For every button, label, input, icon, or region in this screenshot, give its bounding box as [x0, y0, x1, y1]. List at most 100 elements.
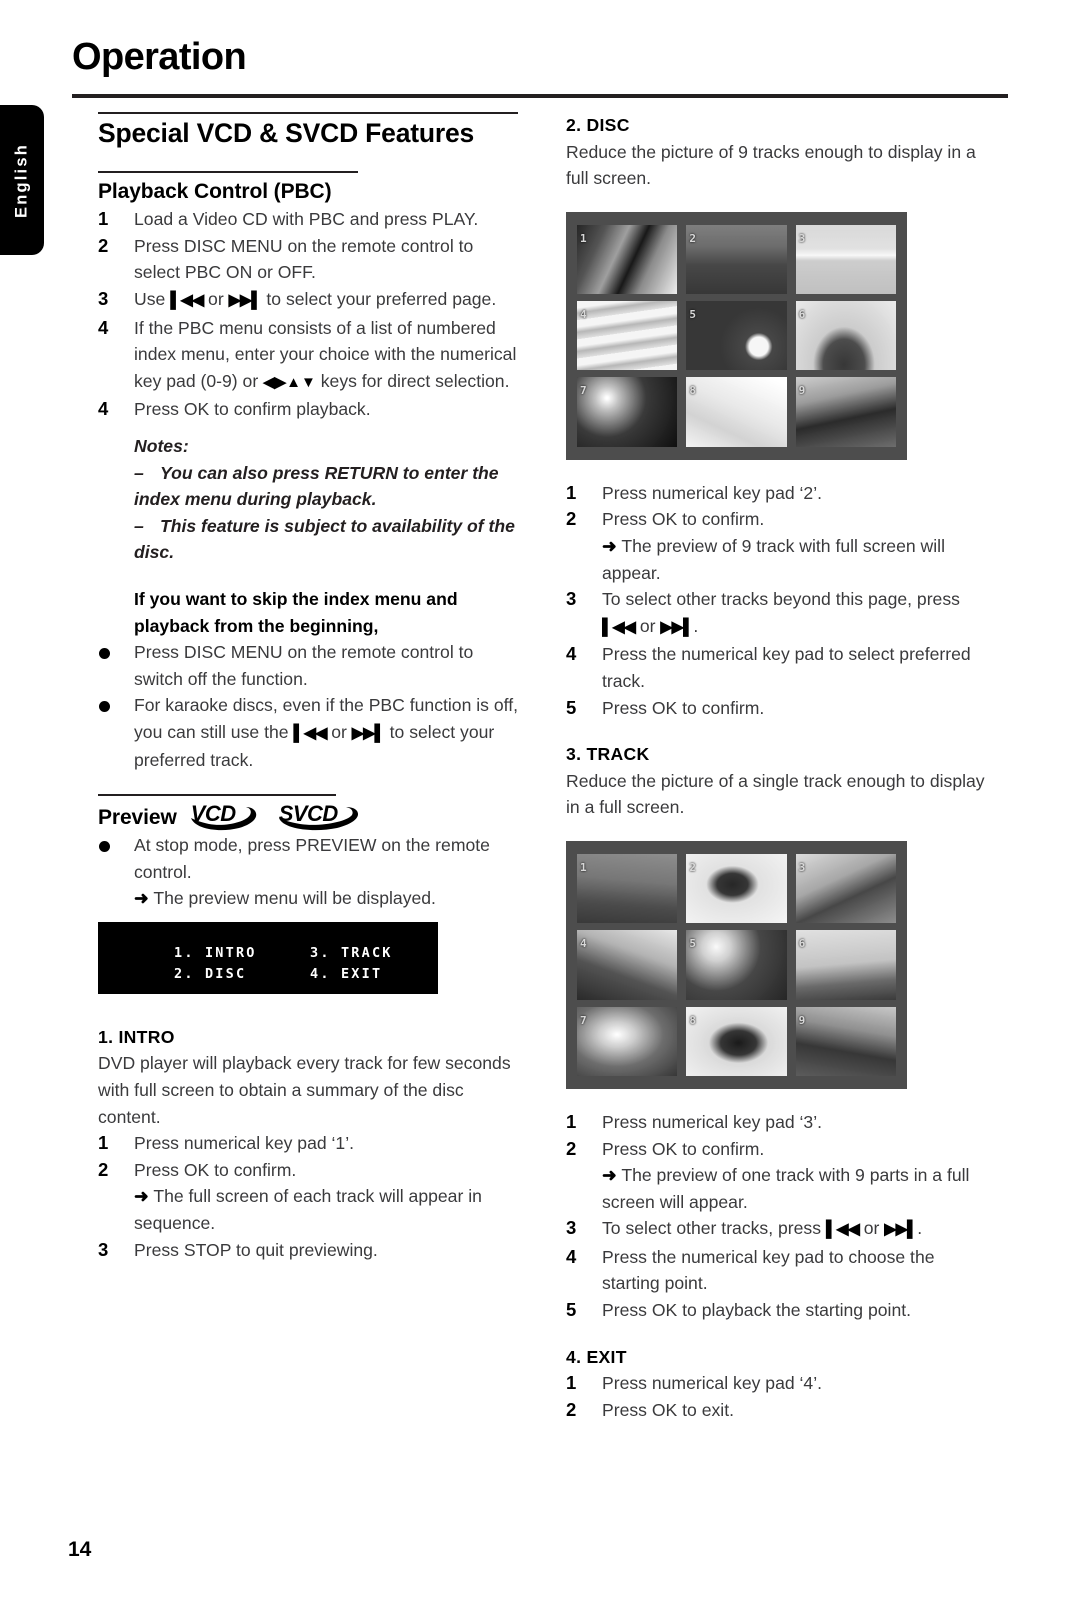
step-number: 2	[98, 1158, 109, 1180]
skip-forward-icon: ▶▶▌	[660, 618, 694, 636]
thumbnail-art	[577, 377, 678, 447]
step-number: 2	[566, 508, 577, 530]
note-item: – This feature is subject to availability…	[134, 515, 515, 563]
osd-menu-item-exit: 4. EXIT	[310, 965, 383, 982]
thumbnail-cell: 3	[795, 224, 896, 295]
list-item: 1 Press numerical key pad ‘2’.	[566, 480, 986, 507]
thumbnail-cell: 9	[795, 377, 896, 447]
intro-final-step: 3 Press STOP to quit previewing.	[98, 1237, 518, 1264]
preview-heading-row: Preview VCD SVCD	[98, 801, 518, 832]
arrow-icon: ➜	[602, 1165, 617, 1186]
skip-back-icon: ▌◀◀	[602, 618, 636, 636]
osd-menu-item-track: 3. TRACK	[310, 944, 393, 961]
list-item: 5 Press OK to playback the starting poin…	[566, 1297, 986, 1324]
skip-forward-icon: ▶▶▌	[884, 1221, 918, 1239]
thumbnail-number: 5	[689, 937, 696, 951]
thumbnail-art	[577, 930, 678, 1000]
thumbnail-number: 6	[798, 937, 806, 951]
list-item: 4 If the PBC menu consists of a list of …	[98, 315, 518, 397]
thumbnail-number: 4	[580, 308, 587, 322]
thumbnail-number: 1	[580, 231, 587, 245]
track-body: Reduce the picture of a single track eno…	[566, 770, 985, 818]
language-tab-label: English	[12, 143, 31, 218]
thumbnail-art	[795, 301, 896, 371]
thumbnail-number: 1	[580, 860, 587, 874]
note-text: This feature is subject to availability …	[134, 515, 515, 563]
thumbnail-art	[686, 377, 787, 447]
preview-arrow-note: ➜ The preview menu will be displayed.	[98, 885, 518, 912]
thumbnail-number: 3	[798, 860, 806, 874]
list-item: 5 Press OK to confirm.	[566, 695, 986, 722]
thumbnail-art	[577, 301, 678, 371]
step-text: Press numerical key pad ‘1’.	[134, 1133, 355, 1154]
disc-body: Reduce the picture of 9 tracks enough to…	[566, 141, 976, 189]
intro-steps: 1 Press numerical key pad ‘1’. 2 Press O…	[98, 1130, 518, 1183]
step-number: 1	[566, 481, 577, 503]
list-item: 2 Press OK to confirm.	[566, 1136, 986, 1163]
step-text: Press OK to confirm playback.	[134, 399, 371, 420]
list-item: 3 To select other tracks beyond this pag…	[566, 586, 986, 641]
step-text: or	[858, 1218, 885, 1239]
track-steps: 1 Press numerical key pad ‘3’. 2 Press O…	[566, 1109, 986, 1162]
step-text: Load a Video CD with PBC and press PLAY.	[134, 209, 479, 230]
disc-preview-screenshot: 1 2 3 4 5 6 7 8 9	[566, 211, 907, 460]
step-number: 3	[98, 287, 109, 309]
step-number: 2	[566, 1137, 577, 1159]
list-item: 4 Press the numerical key pad to choose …	[566, 1244, 986, 1297]
thumbnail-art	[577, 1006, 678, 1076]
thumbnail-cell: 5	[686, 930, 787, 1000]
step-text: Press OK to playback the starting point.	[602, 1300, 912, 1321]
step-text: Press numerical key pad ‘4’.	[602, 1373, 823, 1394]
step-text: Press STOP to quit previewing.	[134, 1239, 378, 1260]
thumbnail-number: 5	[689, 308, 696, 322]
list-item: Press DISC MENU on the remote control to…	[98, 639, 518, 692]
thumbnail-cell: 2	[686, 224, 787, 295]
thumbnail-cell: 1	[577, 224, 678, 295]
note-item: – You can also press RETURN to enter the …	[134, 462, 499, 510]
thumbnail-number: 3	[798, 231, 806, 245]
step-text: or	[634, 615, 661, 636]
list-item: 4 Press OK to confirm playback.	[98, 396, 518, 423]
svcd-logo: SVCD	[277, 801, 369, 832]
pbc-heading: Playback Control (PBC)	[98, 179, 332, 203]
list-item: 1 Load a Video CD with PBC and press PLA…	[98, 206, 518, 233]
skip-forward-icon: ▶▶▌	[351, 724, 386, 742]
skip-forward-icon: ▶▶▌	[228, 291, 263, 309]
thumbnail-art	[795, 853, 896, 924]
arrow-icon: ➜	[134, 1186, 149, 1207]
osd-menu-grid: 1. INTRO 3. TRACK 2. DISC 4. EXIT	[174, 944, 393, 983]
vcd-logo: VCD	[189, 801, 265, 832]
bullet-text: or	[326, 721, 352, 742]
thumbnail-cell: 7	[577, 377, 678, 447]
step-text: Press numerical key pad ‘3’.	[602, 1111, 823, 1132]
disc-arrow-note: ➜ The preview of 9 track with full scree…	[566, 533, 986, 586]
step-number: 1	[566, 1372, 577, 1394]
thumbnail-cell: 1	[577, 853, 678, 924]
step-number: 1	[98, 1132, 109, 1154]
thumbnail-art	[686, 930, 787, 1000]
list-item: For karaoke discs, even if the PBC funct…	[98, 692, 518, 774]
thumbnail-number: 2	[689, 860, 696, 874]
list-item: 1 Press numerical key pad ‘3’.	[566, 1109, 986, 1136]
section-rule	[98, 112, 518, 114]
osd-preview-menu: 1. INTRO 3. TRACK 2. DISC 4. EXIT	[98, 921, 438, 994]
exit-heading: 4. EXIT	[566, 1346, 627, 1367]
thumbnail-art	[686, 301, 787, 371]
thumbnail-art	[795, 930, 896, 1000]
skip-index-heading: If you want to skip the index menu and p…	[134, 588, 458, 636]
step-number: 3	[566, 588, 577, 610]
step-number: 1	[566, 1110, 577, 1132]
thumbnail-cell: 9	[795, 1006, 896, 1076]
arrow-icon: ➜	[602, 535, 617, 556]
step-text: or	[203, 288, 229, 309]
thumbnail-art	[686, 1006, 787, 1076]
step-text: Press OK to confirm.	[602, 509, 765, 530]
thumbnail-number: 2	[689, 231, 696, 245]
step-text: To select other tracks beyond this page,…	[602, 589, 960, 610]
thumbnail-art	[795, 224, 896, 295]
thumbnail-cell: 2	[686, 853, 787, 924]
intro-heading: 1. INTRO	[98, 1026, 175, 1047]
step-text: to select your preferred page.	[261, 288, 497, 309]
preview-heading: Preview	[98, 806, 177, 830]
step-number: 4	[566, 1245, 577, 1267]
